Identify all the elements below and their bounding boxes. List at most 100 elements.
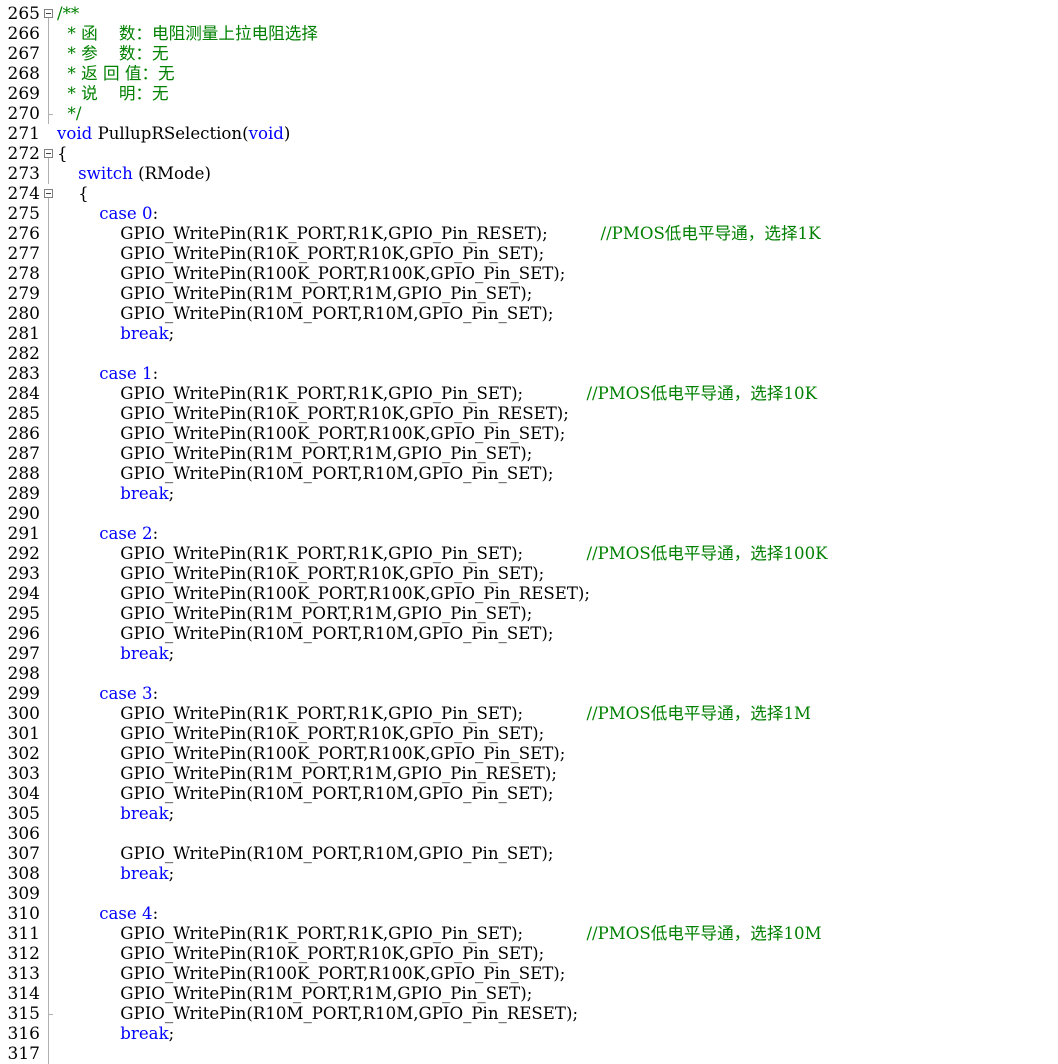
code-line[interactable]: GPIO_WritePin(R10K_PORT,R10K,GPIO_Pin_RE…: [57, 404, 569, 424]
line-number: 310: [7, 904, 40, 924]
comment-token: * 返 回 值：无: [57, 64, 175, 83]
line-number: 265: [7, 4, 40, 24]
code-token: ;: [168, 484, 175, 503]
code-line[interactable]: GPIO_WritePin(R10M_PORT,R10M,GPIO_Pin_SE…: [57, 844, 553, 864]
code-token: GPIO_WritePin(R100K_PORT,R100K,GPIO_Pin_…: [57, 744, 566, 763]
code-line[interactable]: GPIO_WritePin(R10K_PORT,R10K,GPIO_Pin_SE…: [57, 944, 544, 964]
code-token: GPIO_WritePin(R10M_PORT,R10M,GPIO_Pin_SE…: [57, 304, 554, 323]
fold-guide-line: [48, 764, 49, 784]
code-line[interactable]: void PullupRSelection(void): [57, 124, 290, 144]
code-token: GPIO_WritePin(R10M_PORT,R10M,GPIO_Pin_SE…: [57, 784, 554, 803]
code-line[interactable]: GPIO_WritePin(R1M_PORT,R1M,GPIO_Pin_SET)…: [57, 284, 532, 304]
code-line[interactable]: break;: [57, 1024, 174, 1044]
code-line[interactable]: break;: [57, 484, 174, 504]
comment-token: //PMOS低电平导通，选择1K: [600, 224, 821, 243]
code-token: GPIO_WritePin(R100K_PORT,R100K,GPIO_Pin_…: [57, 264, 566, 283]
code-line[interactable]: GPIO_WritePin(R1M_PORT,R1M,GPIO_Pin_RESE…: [57, 764, 557, 784]
fold-guide-line: [48, 444, 49, 464]
code-line[interactable]: GPIO_WritePin(R10K_PORT,R10K,GPIO_Pin_SE…: [57, 564, 544, 584]
code-line[interactable]: case 0:: [57, 204, 158, 224]
code-line[interactable]: * 返 回 值：无: [57, 64, 175, 84]
code-line[interactable]: break;: [57, 804, 174, 824]
code-line[interactable]: case 4:: [57, 904, 158, 924]
fold-collapse-icon[interactable]: [44, 9, 53, 18]
code-line[interactable]: case 1:: [57, 364, 158, 384]
keyword-token: 1: [142, 364, 153, 383]
code-line[interactable]: GPIO_WritePin(R1K_PORT,R1K,GPIO_Pin_SET)…: [57, 544, 827, 564]
code-line[interactable]: break;: [57, 864, 174, 884]
code-token: ;: [168, 804, 175, 823]
code-line[interactable]: break;: [57, 644, 174, 664]
code-line[interactable]: GPIO_WritePin(R10M_PORT,R10M,GPIO_Pin_SE…: [57, 624, 553, 644]
code-line[interactable]: GPIO_WritePin(R1K_PORT,R1K,GPIO_Pin_RESE…: [57, 224, 821, 244]
code-line[interactable]: {: [57, 144, 68, 164]
code-line[interactable]: case 2:: [57, 524, 158, 544]
fold-guide-line: [48, 1024, 49, 1044]
line-number: 272: [7, 144, 40, 164]
keyword-token: case: [99, 904, 137, 923]
code-line[interactable]: GPIO_WritePin(R10M_PORT,R10M,GPIO_Pin_SE…: [57, 784, 553, 804]
code-line[interactable]: {: [57, 184, 89, 204]
fold-collapse-icon[interactable]: [44, 189, 53, 198]
code-token: GPIO_WritePin(R10K_PORT,R10K,GPIO_Pin_SE…: [57, 724, 545, 743]
code-line[interactable]: GPIO_WritePin(R1M_PORT,R1M,GPIO_Pin_SET)…: [57, 444, 532, 464]
fold-collapse-icon[interactable]: [44, 149, 53, 158]
code-line[interactable]: case 3:: [57, 684, 158, 704]
comment-token: /**: [57, 4, 80, 23]
line-number: 300: [7, 704, 40, 724]
code-line[interactable]: GPIO_WritePin(R100K_PORT,R100K,GPIO_Pin_…: [57, 264, 565, 284]
code-line[interactable]: GPIO_WritePin(R10K_PORT,R10K,GPIO_Pin_SE…: [57, 724, 544, 744]
code-line[interactable]: GPIO_WritePin(R100K_PORT,R100K,GPIO_Pin_…: [57, 584, 590, 604]
fold-guide-line: [48, 324, 49, 344]
line-number: 298: [7, 664, 40, 684]
line-number: 269: [7, 84, 40, 104]
code-token: PullupRSelection(: [92, 124, 249, 143]
code-line[interactable]: switch (RMode): [57, 164, 211, 184]
code-line[interactable]: break;: [57, 324, 174, 344]
fold-guide-line: [48, 884, 49, 904]
code-token: GPIO_WritePin(R10K_PORT,R10K,GPIO_Pin_SE…: [57, 564, 545, 583]
code-line[interactable]: GPIO_WritePin(R100K_PORT,R100K,GPIO_Pin_…: [57, 424, 565, 444]
fold-guide-line: [48, 564, 49, 584]
code-line[interactable]: GPIO_WritePin(R10M_PORT,R10M,GPIO_Pin_SE…: [57, 304, 553, 324]
fold-guide-line: [48, 604, 49, 624]
line-number: 302: [7, 744, 40, 764]
code-line[interactable]: GPIO_WritePin(R10M_PORT,R10M,GPIO_Pin_SE…: [57, 464, 553, 484]
code-token: GPIO_WritePin(R1K_PORT,R1K,GPIO_Pin_SET)…: [57, 544, 587, 563]
fold-guide-line: [48, 464, 49, 484]
code-token: GPIO_WritePin(R100K_PORT,R100K,GPIO_Pin_…: [57, 964, 566, 983]
code-line[interactable]: * 函 数：电阻测量上拉电阻选择: [57, 24, 318, 44]
keyword-token: case: [99, 204, 137, 223]
code-token: :: [152, 524, 159, 543]
fold-guide-line: [48, 964, 49, 984]
code-text-area[interactable]: /** * 函 数：电阻测量上拉电阻选择 * 参 数：无 * 返 回 值：无 *…: [57, 0, 1057, 1064]
code-line[interactable]: GPIO_WritePin(R100K_PORT,R100K,GPIO_Pin_…: [57, 744, 565, 764]
keyword-token: break: [120, 1024, 169, 1043]
code-line[interactable]: */: [57, 104, 82, 124]
fold-guide-line: [48, 924, 49, 944]
line-number: 317: [7, 1044, 40, 1064]
code-token: GPIO_WritePin(R1M_PORT,R1M,GPIO_Pin_SET)…: [57, 984, 533, 1003]
code-line[interactable]: * 参 数：无: [57, 44, 169, 64]
line-number: 297: [7, 644, 40, 664]
code-line[interactable]: * 说 明：无: [57, 84, 169, 104]
code-token: GPIO_WritePin(R100K_PORT,R100K,GPIO_Pin_…: [57, 584, 590, 603]
line-number-gutter: 265 266 267 268 269 270 271 272 273 274 275 276 277 2…: [0, 0, 40, 1064]
code-line[interactable]: GPIO_WritePin(R1K_PORT,R1K,GPIO_Pin_SET)…: [57, 704, 811, 724]
line-number: 305: [7, 804, 40, 824]
code-line[interactable]: /**: [57, 4, 79, 24]
code-line[interactable]: GPIO_WritePin(R1M_PORT,R1M,GPIO_Pin_SET)…: [57, 604, 532, 624]
code-line[interactable]: GPIO_WritePin(R100K_PORT,R100K,GPIO_Pin_…: [57, 964, 565, 984]
line-number: 290: [7, 504, 40, 524]
code-line[interactable]: GPIO_WritePin(R10M_PORT,R10M,GPIO_Pin_RE…: [57, 1004, 578, 1024]
code-editor[interactable]: 265 266 267 268 269 270 271 272 273 274 275 276 277 2…: [0, 0, 1058, 1064]
keyword-token: break: [120, 804, 169, 823]
code-line[interactable]: GPIO_WritePin(R1M_PORT,R1M,GPIO_Pin_SET)…: [57, 984, 532, 1004]
code-line[interactable]: GPIO_WritePin(R1K_PORT,R1K,GPIO_Pin_SET)…: [57, 924, 821, 944]
code-line[interactable]: GPIO_WritePin(R1K_PORT,R1K,GPIO_Pin_SET)…: [57, 384, 817, 404]
code-line[interactable]: GPIO_WritePin(R10K_PORT,R10K,GPIO_Pin_SE…: [57, 244, 544, 264]
